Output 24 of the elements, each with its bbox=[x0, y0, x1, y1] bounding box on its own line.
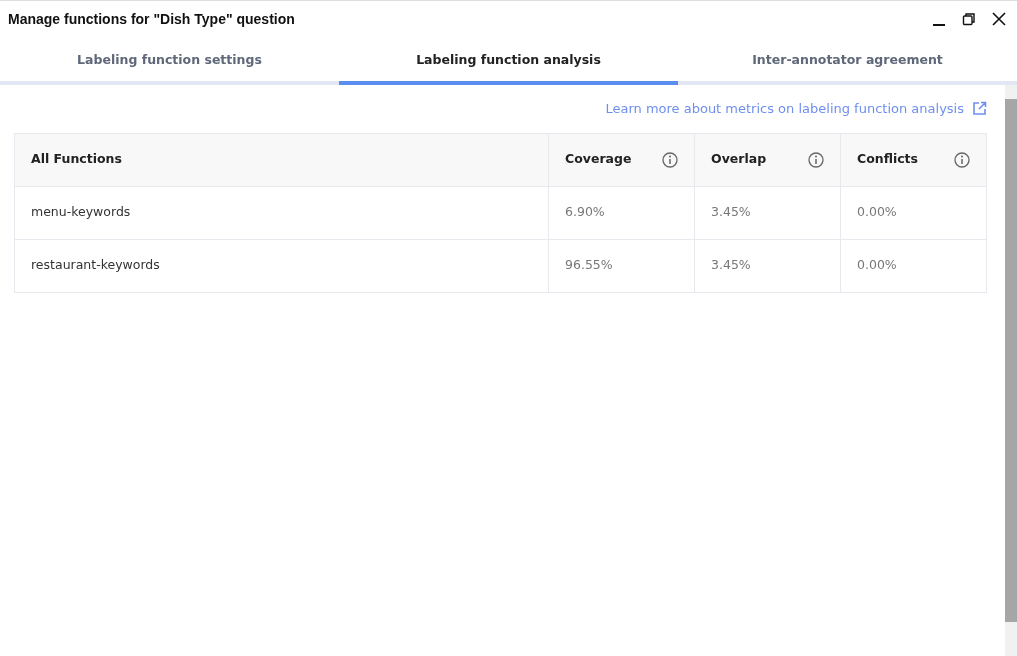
close-icon bbox=[992, 12, 1006, 26]
learn-more-link[interactable]: Learn more about metrics on labeling function analysis bbox=[605, 99, 964, 119]
column-header: Coverage bbox=[565, 150, 632, 169]
table-cell: 3.45% bbox=[694, 239, 841, 292]
column-header: All Functions bbox=[31, 150, 122, 169]
column-header: Overlap bbox=[711, 150, 767, 169]
table-cell: 6.90% bbox=[548, 186, 695, 239]
restore-icon bbox=[962, 12, 976, 26]
table-cell: 0.00% bbox=[840, 186, 987, 239]
column-header: Conflicts bbox=[857, 150, 919, 169]
table-cell: restaurant-keywords bbox=[14, 239, 549, 292]
minimize-icon bbox=[933, 24, 945, 26]
window-title: Manage functions for "Dish Type" question bbox=[8, 9, 295, 29]
external-link-icon bbox=[972, 101, 987, 117]
tab[interactable]: Labeling function settings bbox=[0, 37, 339, 85]
info-icon[interactable] bbox=[954, 151, 970, 168]
tab[interactable]: Labeling function analysis bbox=[339, 37, 678, 85]
table-cell: 0.00% bbox=[840, 239, 987, 292]
info-icon[interactable] bbox=[662, 151, 678, 168]
table-cell: 96.55% bbox=[548, 239, 695, 292]
table-cell: 3.45% bbox=[694, 186, 841, 239]
table-cell: menu-keywords bbox=[14, 186, 549, 239]
info-icon[interactable] bbox=[808, 151, 824, 168]
tab[interactable]: Inter-annotator agreement bbox=[678, 37, 1017, 85]
